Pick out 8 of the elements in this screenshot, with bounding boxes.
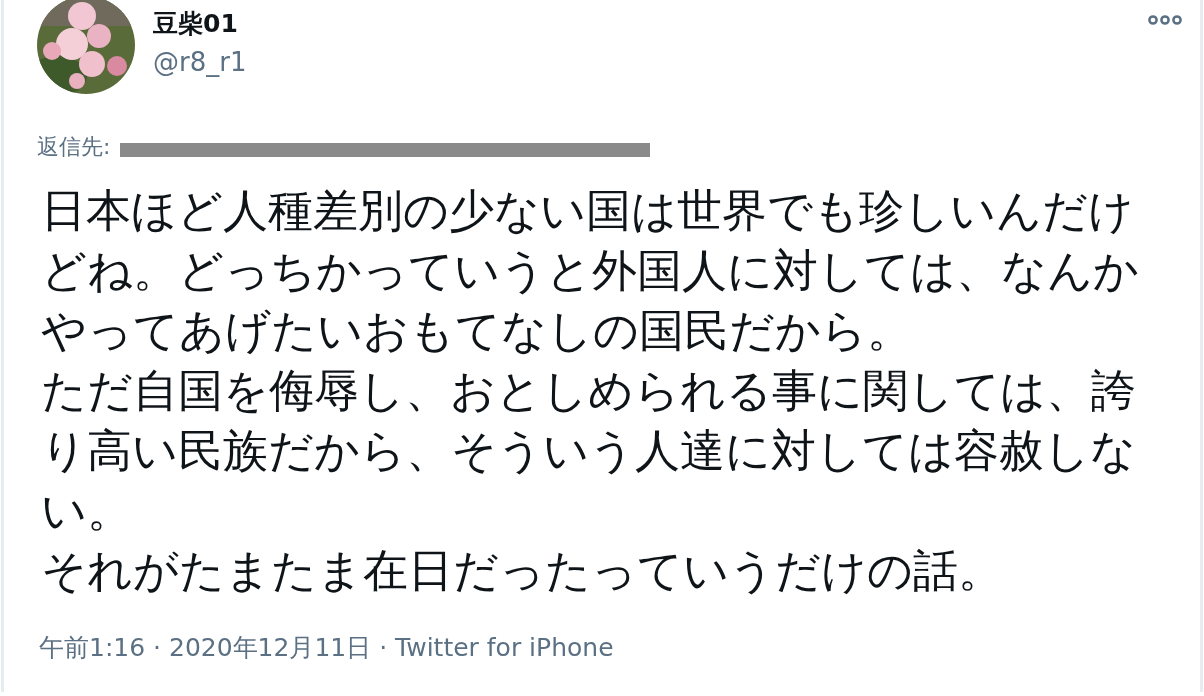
- reply-label: 返信先:: [37, 133, 111, 161]
- tweet-timestamp: 午前1:16 · 2020年12月11日 · Twitter for iPhone: [38, 632, 615, 664]
- more-icon[interactable]: [1148, 14, 1182, 26]
- tweet-text: 日本ほど人種差別の少ない国は世界でも珍しいんだけどね。どっちかっていうと外国人に対しては、なんかやってあげたいおもてなしの国民だから。: [41, 183, 1140, 359]
- tweet-text: ただ自国を侮辱し、おとしめられる事に関しては、誇り高い民族だから、そういう人達に対しては容赦しない。: [41, 363, 1137, 539]
- tweet-text: それがたまたま在日だったっていうだけの話。: [41, 543, 1004, 599]
- user-handle[interactable]: @r8_r1: [153, 44, 247, 80]
- display-name[interactable]: 豆柴01: [153, 8, 247, 40]
